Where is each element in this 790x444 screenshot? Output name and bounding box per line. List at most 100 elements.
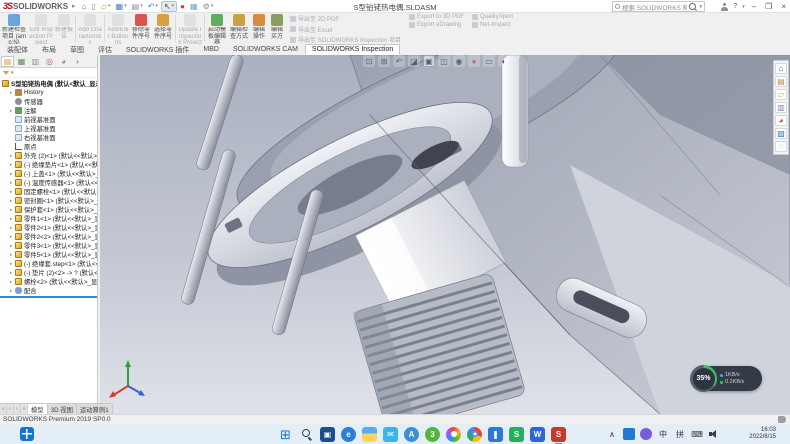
tree-item-top-plane[interactable]: ▸ 上视基准面 [0,124,97,133]
edit-customers-button[interactable]: 编辑买方 [268,13,286,44]
file-explorer-icon[interactable] [362,427,377,442]
motion-study-tab[interactable]: 运动算例1 [77,404,113,414]
configurationmanager-tab[interactable]: ▥ [29,56,42,67]
dimxpertmanager-tab[interactable]: ◎ [43,56,56,67]
qualityxpert-item[interactable]: QualityXpert [472,14,513,20]
tree-item-component[interactable]: ▸ 零件5<1> (默认<<默认>_显示状态 [0,250,97,259]
add-characteristic-button[interactable]: Add Characteristic [77,13,103,44]
app-a-icon[interactable]: A [404,427,419,442]
view-settings-icon[interactable]: ◐ [498,55,510,67]
tab-mbd[interactable]: MBD [196,44,226,55]
app-s-icon[interactable]: S [509,427,524,442]
tab-sketch[interactable]: 草图 [63,44,91,55]
taskbar-clock[interactable]: 16:03 2022/8/15 [749,427,776,441]
ime-mode-indicator[interactable]: 拼 [674,428,686,440]
restore-button[interactable]: ❐ [763,2,774,11]
select-balloons-button[interactable]: 选择零件序号 [152,13,174,44]
export-2d-pdf-item[interactable]: 导出至 2D PDF [290,14,401,23]
section-view-icon[interactable]: ◪ [408,55,420,67]
export-sw-inspection-item[interactable]: 导出至 SOLIDWORKS Inspection 项目 [290,35,401,44]
zoom-area-icon[interactable]: ⊞ [378,55,390,67]
displaymanager-tab[interactable]: ◕ [57,56,70,67]
user-account-icon[interactable] [720,3,728,11]
new-document-icon[interactable]: ▯ [89,1,97,12]
panel-tab-overflow[interactable]: › [71,56,84,67]
tree-item-component[interactable]: ▸ 零件3<1> (默认<<默认>_显示状态 [0,241,97,250]
tree-item-component[interactable]: ▸ (-) 绝缘套.step<1> (默认<<默认> [0,259,97,268]
tree-item-component[interactable]: ▸ (-) 上盖<1> (默认<<默认>_显示状 [0,169,97,178]
tree-item-component[interactable]: ▸ (-) 垫片 (2)<2> -> ? (默认<<默认> [0,268,97,277]
help-button[interactable]: ? [733,3,737,10]
tree-item-front-plane[interactable]: ▸ 前视基准面 [0,115,97,124]
tab-evaluate[interactable]: 评估 [91,44,119,55]
tree-item-component[interactable]: ▸ (-) 绝缘垫片<1> (默认<<默认>_显 [0,160,97,169]
hide-show-items-icon[interactable]: ◉ [453,55,465,67]
search-button[interactable] [299,427,314,442]
tab-sw-cam[interactable]: SOLIDWORKS CAM [226,44,305,55]
display-style-icon[interactable]: ◫ [438,55,450,67]
solidworks-app-icon[interactable]: S [551,427,566,442]
tab-scroll-button[interactable]: « [0,404,7,414]
graphics-viewport[interactable]: ⊡⊞↶◪▣◫◉●▭◐ ⌂▤▱▥◕▧◌ 35% 1KB/s 0.2KB/s [100,55,790,414]
tree-item-sensors[interactable]: ▸ 传感器 [0,97,97,106]
featuremanager-tab[interactable]: ▤ [1,56,14,67]
custom-properties-icon[interactable]: ▧ [775,128,787,139]
design-library-icon[interactable]: ▤ [775,76,787,87]
tree-item-component[interactable]: ▸ 密封圈<1> (默认<<默认>_显示状 [0,196,97,205]
tree-item-component[interactable]: ▸ 外壳 (2)<1> (默认<<默认>_显示状 [0,151,97,160]
tab-scroll-button[interactable]: › [14,404,21,414]
phone-app-icon[interactable]: ❚ [488,427,503,442]
launch-template-editor-button[interactable]: 启动模板编辑器 [206,13,228,44]
close-button[interactable]: × [779,2,788,11]
view-palette-icon[interactable]: ▥ [775,102,787,113]
update-inspection-project-button[interactable]: Update Inspection Project [177,13,203,44]
forum-icon[interactable]: ◌ [775,141,787,152]
apply-scene-icon[interactable]: ▭ [483,55,495,67]
display-settings-icon[interactable]: ▦ [188,1,200,12]
tree-item-origin[interactable]: ▸ 原点 [0,142,97,151]
edit-appearance-icon[interactable]: ● [468,55,480,67]
tab-layout[interactable]: 布局 [35,44,63,55]
browser-speed-icon[interactable] [446,427,461,442]
edge-icon[interactable]: e [341,427,356,442]
ime-lang-indicator[interactable]: 中 [657,428,669,440]
tree-item-component[interactable]: ▸ 固定螺栓<1> (默认<<默认>_显示 [0,187,97,196]
widgets-button[interactable] [20,427,34,441]
start-button[interactable]: ⊞ [278,427,293,442]
onedrive-icon[interactable] [623,428,635,440]
tree-item-history[interactable]: ▸ History [0,88,97,97]
tree-item-component[interactable]: ▸ 保护套<1> (默认<<默认>_显示状 [0,205,97,214]
tree-root-assembly[interactable]: S型铂铑热电偶 (默认<默认_显示状态-1 [0,79,97,88]
touch-keyboard-icon[interactable]: ⌨ [691,428,703,440]
tab-sw-inspection[interactable]: SOLIDWORKS Inspection [305,44,400,55]
undo-icon[interactable]: ↶ [146,1,160,12]
edit-operations-button[interactable]: 编辑操作 [250,13,268,44]
tree-item-component[interactable]: ▸ (-) 温度传感器<1> (默认<<默认>_ [0,178,97,187]
3d-views-tab[interactable]: 3D 视图 [48,404,77,414]
open-icon[interactable]: ▱ [99,1,113,12]
tab-sw-addins[interactable]: SOLIDWORKS 插件 [119,44,196,55]
remove-balloons-button[interactable]: 移除零件序号 [130,13,152,44]
export-to-3d-pdf-item[interactable]: Export to 3D PDF [409,14,464,20]
help-search-box[interactable]: 搜索 SOLIDWORKS 帮助 ▾ [612,1,705,12]
tree-item-annotations[interactable]: ▸ 注解 [0,106,97,115]
speed-monitor-widget[interactable]: 35% 1KB/s 0.2KB/s [692,366,762,391]
volume-icon[interactable] [708,428,720,440]
tree-item-component[interactable]: ▸ 零件2<2> (默认<<默认>_显示状 [0,232,97,241]
view-orientation-icon[interactable]: ▣ [423,55,435,67]
new-inspection-project-button[interactable]: 新建检查项目 (amp;N) [0,13,28,44]
save-icon[interactable]: ▦ [114,1,129,12]
new-report-button[interactable]: 新建报告 [54,13,74,44]
export-edrawing-item[interactable]: Export eDrawing [409,22,464,28]
rebuild-traffic-light-icon[interactable]: ● [178,1,187,12]
print-icon[interactable]: ▤ [130,1,145,12]
edit-inspection-methods-button[interactable]: 编辑检查方式 [228,13,250,44]
model-tab[interactable]: 模型 [28,404,48,414]
appearances-icon[interactable]: ◕ [775,115,787,126]
tree-item-right-plane[interactable]: ▸ 右视基准面 [0,133,97,142]
tab-assembly[interactable]: 装配体 [0,44,35,55]
minimize-button[interactable]: – [750,2,758,11]
add-edit-balloons-button[interactable]: Add/Edit Balloons [106,13,130,44]
tree-filter[interactable]: ▾ [0,68,97,78]
home-icon[interactable]: ⌂ [80,1,89,12]
